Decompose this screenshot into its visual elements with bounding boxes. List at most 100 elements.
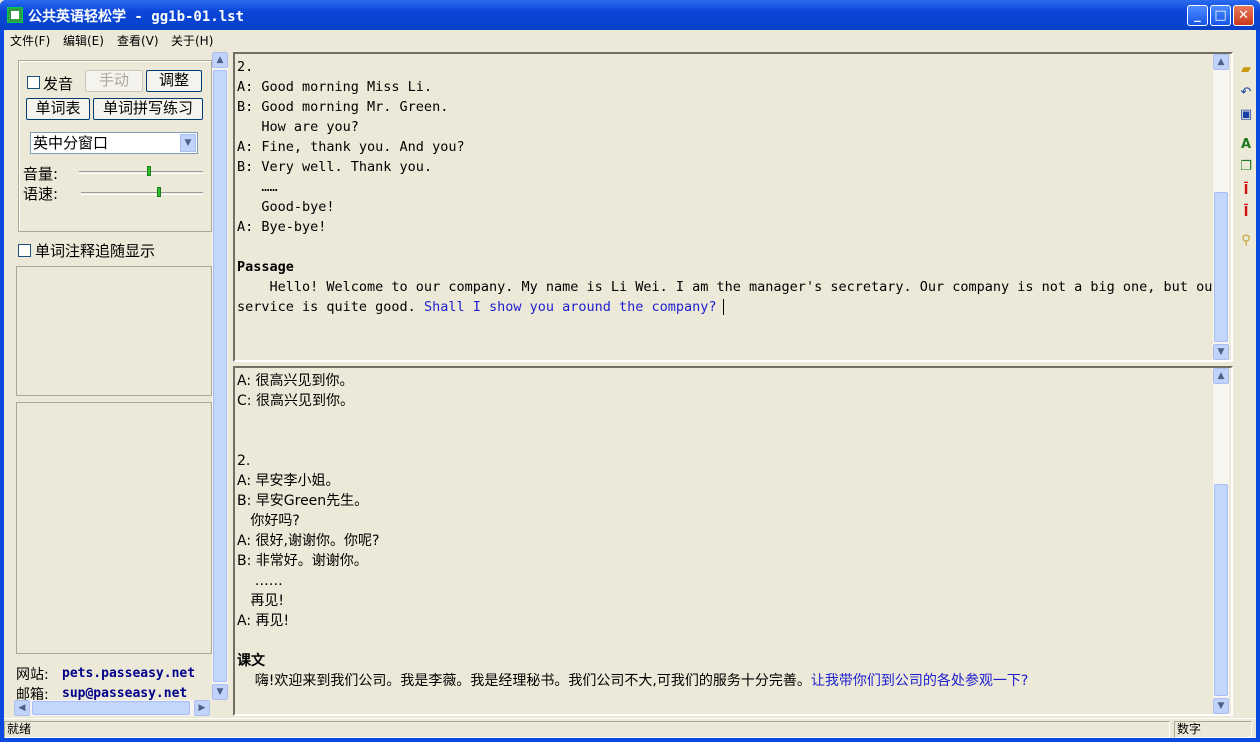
chinese-line: A: 再见!	[237, 613, 290, 629]
english-line: Passage	[237, 259, 294, 275]
english-line: A: Good morning Miss Li.	[237, 79, 433, 95]
chinese-vertical-scrollbar[interactable]: ▲ ▼	[1213, 368, 1229, 714]
english-passage-text: service is quite good.	[237, 299, 424, 315]
chinese-passage-line: 嗨!欢迎来到我们公司。我是李薇。我是经理秘书。我们公司不大,可我们的服务十分完善…	[237, 671, 1212, 691]
speed-slider-track	[81, 192, 203, 195]
chinese-text[interactable]: A: 很高兴见到你。 C: 很高兴见到你。 2. A: 早安李小姐。 B: 早安Gre…	[237, 371, 1212, 691]
english-passage-line: service is quite good. Shall I show you …	[237, 297, 1212, 317]
english-line: ……	[237, 179, 278, 195]
wordlist-button[interactable]: 单词表	[26, 98, 90, 120]
scroll-down-icon[interactable]: ▼	[1213, 698, 1229, 714]
english-line: B: Very well. Thank you.	[237, 159, 433, 175]
left-panel: 发音 手动 调整 单词表 单词拼写练习 音量: 语速: 英中分窗口 ▼ 单词注释…	[4, 50, 228, 718]
pronounce-checkbox[interactable]	[27, 76, 40, 89]
volume-slider-thumb[interactable]	[147, 166, 151, 176]
volume-slider-track	[79, 171, 203, 174]
volume-label: 音量:	[23, 165, 59, 183]
minimize-button[interactable]: _	[1187, 5, 1208, 26]
left-horizontal-scrollbar[interactable]: ◀ ▶	[14, 700, 210, 716]
chinese-text-pane[interactable]: A: 很高兴见到你。 C: 很高兴见到你。 2. A: 早安李小姐。 B: 早安Gre…	[233, 366, 1233, 716]
scroll-up-icon[interactable]: ▲	[1213, 368, 1229, 384]
website-link[interactable]: pets.passeasy.net	[62, 666, 195, 681]
menu-edit[interactable]: 编辑(E)	[63, 32, 104, 49]
word-note-follow-label: 单词注释追随显示	[35, 242, 156, 260]
chinese-line	[237, 411, 1212, 431]
search-icon[interactable]: ⚲	[1238, 233, 1254, 249]
speed-slider-thumb[interactable]	[157, 187, 161, 197]
english-line: A: Bye-bye!	[237, 219, 327, 235]
english-text-pane[interactable]: 2. A: Good morning Miss Li. B: Good mornin…	[233, 52, 1233, 362]
chinese-line: A: 很高兴见到你。	[237, 373, 354, 389]
adjust-button[interactable]: 调整	[146, 70, 202, 92]
english-line: How are you?	[237, 119, 359, 135]
word-note-follow-checkbox[interactable]	[18, 244, 31, 257]
website-label: 网站:	[16, 667, 49, 683]
status-bar: 就绪 数字	[4, 718, 1256, 738]
window-title: 公共英语轻松学 - gg1b-01.lst	[28, 9, 245, 25]
pronounce-label: 发音	[43, 75, 74, 93]
status-numlock: 数字	[1174, 721, 1252, 738]
text-down-icon[interactable]: Ī	[1238, 205, 1254, 221]
scroll-down-icon[interactable]: ▼	[1213, 344, 1229, 360]
copy-icon[interactable]: ❐	[1238, 159, 1254, 175]
english-text[interactable]: 2. A: Good morning Miss Li. B: Good mornin…	[237, 57, 1221, 317]
status-text: 就绪	[4, 721, 1170, 738]
menu-bar: 文件(F) 编辑(E) 查看(V) 关于(H)	[4, 30, 1256, 50]
chinese-line: 你好吗?	[237, 513, 300, 529]
chinese-line: C: 很高兴见到你。	[237, 393, 354, 409]
undo-icon[interactable]: ↶	[1238, 85, 1254, 101]
english-line: A: Fine, thank you. And you?	[237, 139, 465, 155]
english-vscroll-thumb[interactable]	[1214, 192, 1228, 342]
english-line: B: Good morning Mr. Green.	[237, 99, 449, 115]
chinese-line: B: 早安Green先生。	[237, 493, 369, 509]
left-vertical-scrollbar[interactable]: ▲ ▼	[212, 52, 228, 700]
chinese-line: 再见!	[237, 593, 284, 609]
menu-view[interactable]: 查看(V)	[117, 32, 159, 49]
chinese-passage-text: 嗨!欢迎来到我们公司。我是李薇。我是经理秘书。我们公司不大,可我们的服务十分完善…	[237, 673, 811, 689]
window-mode-select[interactable]: 英中分窗口 ▼	[30, 132, 198, 154]
english-line: 2.	[237, 59, 254, 75]
maximize-button[interactable]: □	[1210, 5, 1231, 26]
menu-about[interactable]: 关于(H)	[171, 32, 213, 49]
text-up-icon[interactable]: Ī	[1238, 183, 1254, 199]
english-passage-line: Hello! Welcome to our company. My name i…	[237, 279, 1221, 295]
chevron-down-icon[interactable]: ▼	[180, 134, 196, 152]
chinese-line: B: 非常好。谢谢你。	[237, 553, 368, 569]
chinese-line: A: 很好,谢谢你。你呢?	[237, 533, 380, 549]
save-icon[interactable]: ▣	[1238, 107, 1254, 123]
english-line: Good-bye!	[237, 199, 335, 215]
word-note-box	[16, 266, 212, 396]
english-highlight-sentence[interactable]: Shall I show you around the company?	[424, 299, 717, 315]
window-mode-value: 英中分窗口	[33, 134, 109, 152]
left-vscroll-thumb[interactable]	[213, 70, 227, 682]
chinese-line: A: 早安李小姐。	[237, 473, 340, 489]
client-area: 发音 手动 调整 单词表 单词拼写练习 音量: 语速: 英中分窗口 ▼ 单词注释…	[4, 50, 1256, 718]
font-icon[interactable]: A	[1238, 137, 1254, 153]
chinese-line: ……	[237, 573, 283, 589]
scroll-left-icon[interactable]: ◀	[14, 700, 30, 716]
chinese-line: 课文	[237, 653, 265, 669]
scroll-down-icon[interactable]: ▼	[212, 684, 228, 700]
app-window: 公共英语轻松学 - gg1b-01.lst _ □ ✕ 文件(F) 编辑(E) …	[0, 0, 1260, 742]
spelling-practice-button[interactable]: 单词拼写练习	[93, 98, 203, 120]
scroll-up-icon[interactable]: ▲	[1213, 54, 1229, 70]
folder-open-icon[interactable]: ▰	[1238, 62, 1254, 78]
chinese-line	[237, 631, 1212, 651]
title-bar[interactable]: 公共英语轻松学 - gg1b-01.lst _ □ ✕	[0, 0, 1260, 30]
app-icon	[7, 7, 23, 23]
speed-label: 语速:	[23, 185, 59, 203]
chinese-highlight-sentence[interactable]: 让我带你们到公司的各处参观一下?	[811, 673, 1028, 689]
close-button[interactable]: ✕	[1233, 5, 1254, 26]
manual-button[interactable]: 手动	[85, 70, 143, 92]
left-hscroll-thumb[interactable]	[32, 701, 190, 715]
chinese-vscroll-thumb[interactable]	[1214, 484, 1228, 696]
english-vertical-scrollbar[interactable]: ▲ ▼	[1213, 54, 1229, 360]
email-link[interactable]: sup@passeasy.net	[62, 686, 187, 701]
word-detail-box	[16, 402, 212, 654]
scroll-right-icon[interactable]: ▶	[194, 700, 210, 716]
english-line	[237, 237, 1212, 257]
menu-file[interactable]: 文件(F)	[10, 32, 50, 49]
chinese-line	[237, 431, 1212, 451]
scroll-up-icon[interactable]: ▲	[212, 52, 228, 68]
right-toolbar: ▰ ↶ ▣ A ❐ Ī Ī ⚲	[1236, 50, 1256, 718]
